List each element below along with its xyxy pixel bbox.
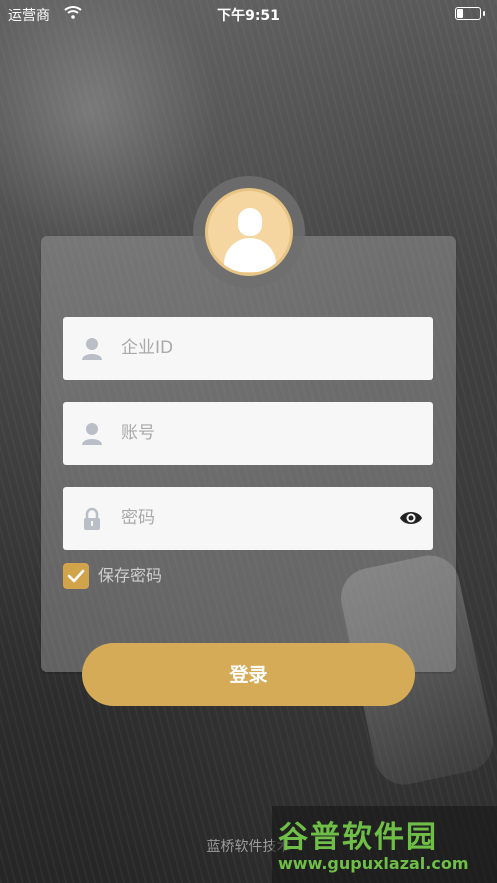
watermark: 谷普软件园 www.gupuxlazal.com <box>272 806 497 883</box>
remember-password-label[interactable]: 保存密码 <box>98 563 162 589</box>
watermark-url: www.gupuxlazal.com <box>278 854 469 873</box>
password-placeholder: 密码 <box>121 508 155 528</box>
checkmark-icon <box>67 569 85 583</box>
eye-icon[interactable] <box>399 507 423 529</box>
company-id-placeholder: 企业ID <box>121 338 174 358</box>
status-bar: 运营商 下午9:51 <box>0 0 497 28</box>
lock-icon <box>84 507 100 530</box>
login-button[interactable]: 登录 <box>82 643 415 706</box>
remember-password-checkbox[interactable] <box>63 563 89 589</box>
account-field[interactable]: 账号 <box>63 402 433 465</box>
password-field[interactable]: 密码 <box>63 487 433 550</box>
clock: 下午9:51 <box>217 8 280 24</box>
app-screen: 运营商 下午9:51 企业ID 账号 密码 保存密码 登录 蓝桥软件技术 谷普软… <box>0 0 497 883</box>
company-id-field[interactable]: 企业ID <box>63 317 433 380</box>
user-icon <box>82 338 102 360</box>
background-highlight <box>0 0 220 240</box>
account-placeholder: 账号 <box>121 423 155 443</box>
watermark-brand: 谷普软件园 <box>278 820 438 855</box>
battery-icon <box>455 7 485 20</box>
avatar-icon <box>205 188 293 276</box>
user-icon <box>82 423 102 445</box>
